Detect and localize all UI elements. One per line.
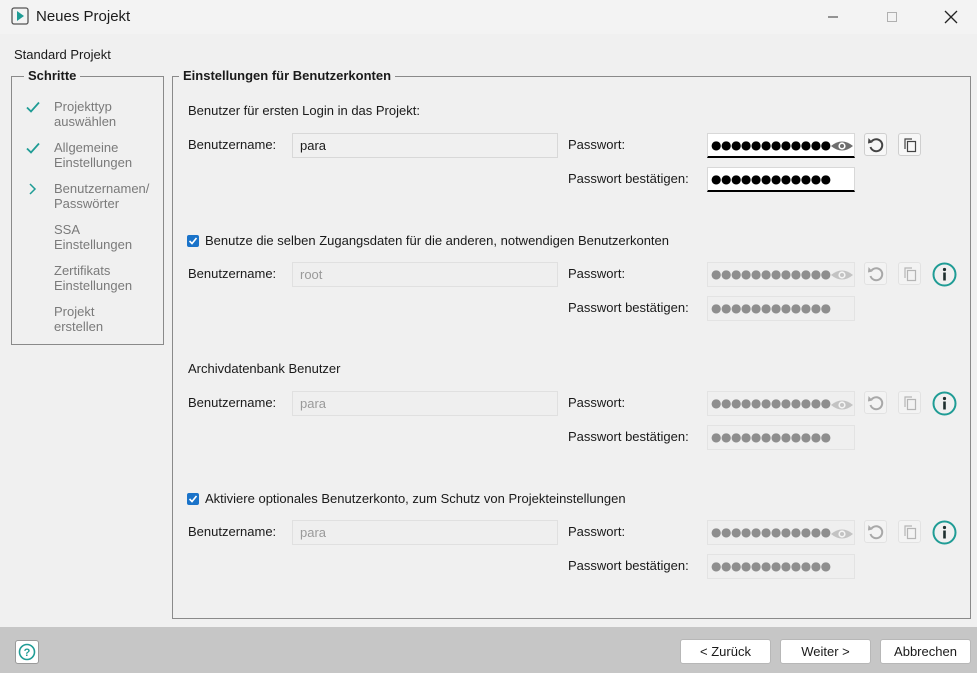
- copy-icon: [903, 524, 916, 539]
- close-button[interactable]: [928, 0, 974, 34]
- step-allgemeine-einstellungen: Allgemeine Einstellungen: [54, 140, 133, 170]
- step-projekt-erstellen: Projekt erstellen: [54, 304, 104, 334]
- project-type-label: Standard Projekt: [14, 47, 111, 62]
- help-icon: ?: [18, 643, 36, 661]
- confirm-password-field[interactable]: ●●●●●●●●●●●●: [707, 167, 855, 192]
- password-label: Passwort:: [568, 395, 626, 410]
- reset-password-button[interactable]: [864, 520, 887, 543]
- maximize-button[interactable]: [869, 0, 915, 34]
- copy-password-button[interactable]: [898, 520, 921, 543]
- confirm-password-field[interactable]: ●●●●●●●●●●●●: [707, 296, 855, 321]
- optional-account-checkbox[interactable]: [187, 493, 199, 505]
- info-icon[interactable]: [932, 262, 957, 290]
- maximize-icon: [887, 12, 897, 22]
- confirm-password-field[interactable]: ●●●●●●●●●●●●: [707, 554, 855, 579]
- window-title: Neues Projekt: [36, 8, 131, 25]
- undo-icon: [867, 395, 883, 410]
- eye-icon[interactable]: [830, 396, 854, 417]
- undo-icon: [867, 137, 883, 152]
- back-button[interactable]: < Zurück: [680, 639, 771, 664]
- cancel-button[interactable]: Abbrechen: [880, 639, 971, 664]
- step-benutzernamen: Benutzernamen/Passwörter: [54, 181, 150, 211]
- reset-password-button[interactable]: [864, 133, 887, 156]
- confirm-password-label: Passwort bestätigen:: [568, 429, 689, 444]
- info-icon[interactable]: [932, 520, 957, 548]
- username-field[interactable]: para: [292, 520, 558, 545]
- password-label: Passwort:: [568, 266, 626, 281]
- eye-icon[interactable]: [830, 525, 854, 546]
- copy-password-button[interactable]: [898, 262, 921, 285]
- minimize-button[interactable]: [810, 0, 856, 34]
- help-button[interactable]: ?: [15, 640, 39, 664]
- checkmark-icon: [188, 237, 198, 245]
- archive-user-heading: Archivdatenbank Benutzer: [188, 361, 341, 376]
- undo-icon: [867, 266, 883, 281]
- accounts-legend: Einstellungen für Benutzerkonten: [179, 68, 396, 83]
- confirm-password-label: Passwort bestätigen:: [568, 300, 689, 315]
- checkmark-icon: [188, 495, 198, 503]
- copy-icon: [903, 266, 916, 281]
- confirm-password-label: Passwort bestätigen:: [568, 171, 689, 186]
- reset-password-button[interactable]: [864, 262, 887, 285]
- confirm-password-label: Passwort bestätigen:: [568, 558, 689, 573]
- undo-icon: [867, 524, 883, 539]
- step-projekttyp: Projekttyp auswählen: [54, 99, 117, 129]
- same-credentials-checkbox[interactable]: [187, 235, 199, 247]
- eye-icon[interactable]: [830, 266, 854, 287]
- copy-icon: [903, 395, 916, 410]
- reset-password-button[interactable]: [864, 391, 887, 414]
- password-label: Passwort:: [568, 137, 626, 152]
- username-label: Benutzername:: [188, 524, 277, 539]
- username-field[interactable]: para: [292, 391, 558, 416]
- username-field[interactable]: root: [292, 262, 558, 287]
- close-icon: [944, 10, 958, 24]
- step-zertifikats: Zertifikats Einstellungen: [54, 263, 133, 293]
- info-icon[interactable]: [932, 391, 957, 419]
- minimize-icon: [828, 16, 838, 18]
- step-ssa: SSA Einstellungen: [54, 222, 133, 252]
- username-label: Benutzername:: [188, 137, 277, 152]
- steps-legend: Schritte: [24, 68, 81, 83]
- optional-account-label[interactable]: Aktiviere optionales Benutzerkonto, zum …: [205, 491, 626, 506]
- app-icon: [11, 7, 29, 25]
- check-icon: [25, 140, 41, 156]
- copy-password-button[interactable]: [898, 133, 921, 156]
- next-button[interactable]: Weiter >: [780, 639, 871, 664]
- same-credentials-label[interactable]: Benutze die selben Zugangsdaten für die …: [205, 233, 669, 248]
- username-label: Benutzername:: [188, 395, 277, 410]
- chevron-right-icon: [25, 181, 41, 197]
- confirm-password-field[interactable]: ●●●●●●●●●●●●: [707, 425, 855, 450]
- svg-text:?: ?: [24, 647, 31, 659]
- password-label: Passwort:: [568, 524, 626, 539]
- username-field[interactable]: para: [292, 133, 558, 158]
- first-login-heading: Benutzer für ersten Login in das Projekt…: [188, 103, 420, 118]
- check-icon: [25, 99, 41, 115]
- username-label: Benutzername:: [188, 266, 277, 281]
- eye-icon[interactable]: [830, 137, 854, 158]
- copy-icon: [903, 137, 916, 152]
- copy-password-button[interactable]: [898, 391, 921, 414]
